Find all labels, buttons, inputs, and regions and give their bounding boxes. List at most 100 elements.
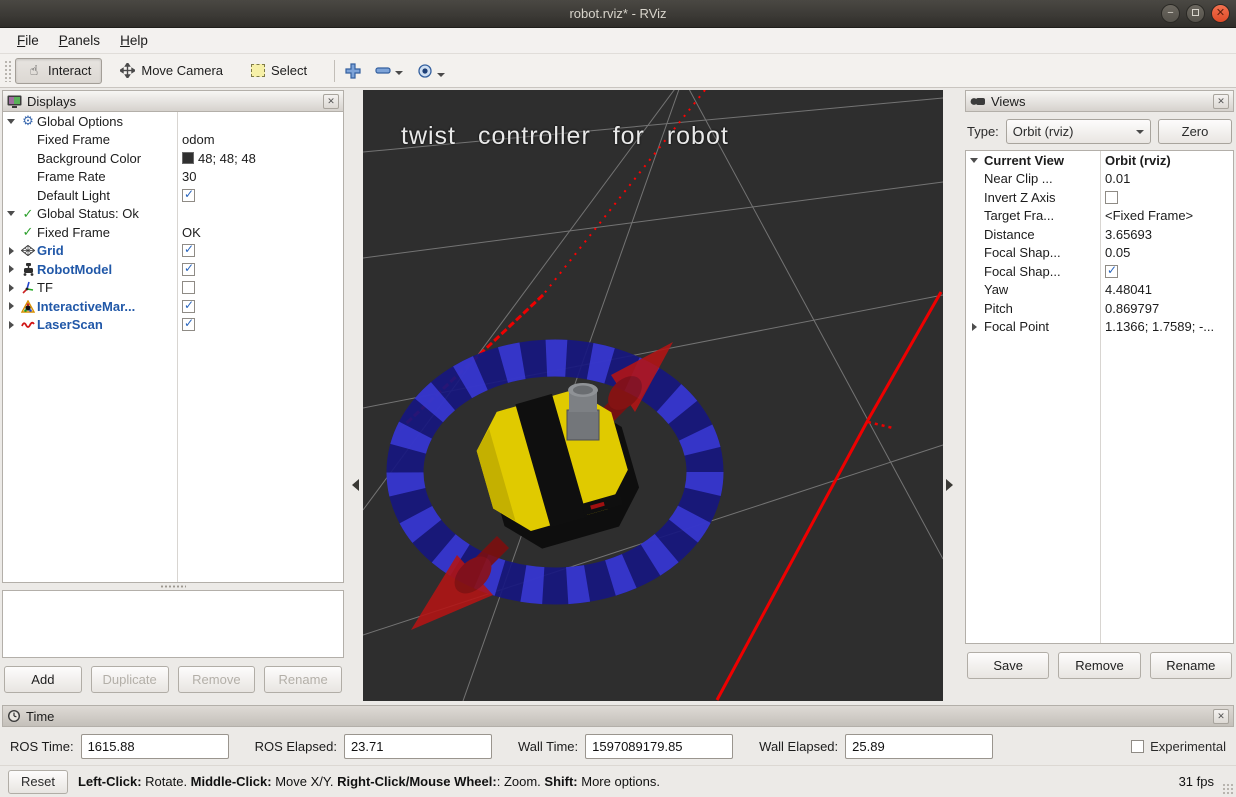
- maximize-button[interactable]: [1186, 4, 1205, 23]
- experimental-toggle[interactable]: Experimental: [1131, 739, 1226, 754]
- tree-row-current-view[interactable]: Current View Orbit (rviz): [966, 151, 1233, 170]
- property-value[interactable]: odom: [182, 132, 215, 147]
- checkbox[interactable]: [1105, 191, 1118, 204]
- tree-row-focal-point[interactable]: Focal Point 1.1366; 1.7589; -...: [966, 318, 1233, 337]
- tree-row-fixed-frame[interactable]: Fixed Frame odom: [3, 131, 343, 150]
- type-label: Type:: [967, 124, 999, 139]
- tree-row-interactive-markers[interactable]: InteractiveMar...: [3, 297, 343, 316]
- tree-row-yaw[interactable]: Yaw 4.48041: [966, 281, 1233, 300]
- views-panel-header[interactable]: Views ✕: [965, 90, 1234, 112]
- property-value[interactable]: 48; 48; 48: [198, 151, 256, 166]
- experimental-checkbox[interactable]: [1131, 740, 1144, 753]
- 3d-viewport[interactable]: twist controller for robot: [363, 90, 943, 701]
- tree-row-grid[interactable]: Grid: [3, 242, 343, 261]
- tree-row-global-status[interactable]: ✓ Global Status: Ok: [3, 205, 343, 224]
- collapse-left-splitter-handle[interactable]: [352, 479, 359, 491]
- menu-panels[interactable]: Panels: [50, 30, 109, 51]
- ros-elapsed-input[interactable]: [344, 734, 492, 759]
- zoom-in-tool[interactable]: [345, 63, 361, 79]
- checkbox[interactable]: [182, 189, 195, 202]
- property-value[interactable]: 0.05: [1105, 245, 1130, 260]
- tree-row-distance[interactable]: Distance 3.65693: [966, 225, 1233, 244]
- view-type-value: Orbit (rviz): [1013, 124, 1132, 139]
- property-value[interactable]: 4.48041: [1105, 282, 1152, 297]
- ros-time-input[interactable]: [81, 734, 229, 759]
- tree-row-laserscan[interactable]: LaserScan: [3, 316, 343, 335]
- zero-button[interactable]: Zero: [1158, 119, 1232, 144]
- minimize-button[interactable]: −: [1161, 4, 1180, 23]
- expander-down-icon[interactable]: [3, 211, 19, 216]
- add-display-button[interactable]: Add: [4, 666, 82, 693]
- checkbox[interactable]: [182, 263, 195, 276]
- interact-tool-button[interactable]: ☝ Interact: [15, 58, 102, 84]
- views-close-icon[interactable]: ✕: [1213, 94, 1229, 109]
- property-value[interactable]: 0.869797: [1105, 301, 1159, 316]
- wall-time-input[interactable]: [585, 734, 733, 759]
- tree-row-global-options[interactable]: ⚙ Global Options: [3, 112, 343, 131]
- property-value[interactable]: 3.65693: [1105, 227, 1152, 242]
- focus-camera-tool[interactable]: [417, 63, 445, 79]
- view-type-select[interactable]: Orbit (rviz): [1006, 119, 1151, 144]
- expander-down-icon[interactable]: [3, 119, 19, 124]
- close-button[interactable]: ✕: [1211, 4, 1230, 23]
- tree-row-background-color[interactable]: Background Color 48; 48; 48: [3, 149, 343, 168]
- checkbox[interactable]: [182, 318, 195, 331]
- tree-row-default-light[interactable]: Default Light: [3, 186, 343, 205]
- tree-row-target-frame[interactable]: Target Fra... <Fixed Frame>: [966, 207, 1233, 226]
- color-swatch[interactable]: [182, 152, 194, 164]
- select-tool-button[interactable]: Select: [240, 58, 318, 83]
- zoom-out-tool[interactable]: [375, 65, 403, 77]
- expander-right-icon[interactable]: [3, 247, 19, 255]
- time-panel-header[interactable]: Time ✕: [2, 705, 1234, 727]
- rviz-window: robot.rviz* - RViz − ✕ File Panels Help …: [0, 0, 1236, 797]
- expander-right-icon[interactable]: [966, 323, 982, 331]
- rename-display-button[interactable]: Rename: [264, 666, 342, 693]
- menu-help[interactable]: Help: [111, 30, 157, 51]
- checkbox[interactable]: [1105, 265, 1118, 278]
- tree-row-focal-shape-size[interactable]: Focal Shap... 0.05: [966, 244, 1233, 263]
- expander-right-icon[interactable]: [3, 284, 19, 292]
- expander-right-icon[interactable]: [3, 265, 19, 273]
- tree-row-tf[interactable]: TF: [3, 279, 343, 298]
- property-value[interactable]: <Fixed Frame>: [1105, 208, 1193, 223]
- move-camera-tool-button[interactable]: Move Camera: [108, 58, 234, 84]
- expander-right-icon[interactable]: [3, 302, 19, 310]
- property-value[interactable]: 30: [182, 169, 196, 184]
- panel-splitter-handle[interactable]: [2, 583, 344, 590]
- rename-view-button[interactable]: Rename: [1150, 652, 1232, 679]
- wall-elapsed-input[interactable]: [845, 734, 993, 759]
- reset-button[interactable]: Reset: [8, 770, 68, 794]
- clock-icon: [7, 709, 21, 723]
- displays-close-icon[interactable]: ✕: [323, 94, 339, 109]
- checkbox[interactable]: [182, 244, 195, 257]
- tree-row-pitch[interactable]: Pitch 0.869797: [966, 299, 1233, 318]
- tree-row-robotmodel[interactable]: RobotModel: [3, 260, 343, 279]
- tree-row-focal-shape-fixed[interactable]: Focal Shap...: [966, 262, 1233, 281]
- ros-time-label: ROS Time:: [10, 739, 74, 754]
- duplicate-display-button[interactable]: Duplicate: [91, 666, 169, 693]
- property-value[interactable]: 0.01: [1105, 171, 1130, 186]
- checkbox[interactable]: [182, 281, 195, 294]
- title-bar[interactable]: robot.rviz* - RViz − ✕: [0, 0, 1236, 28]
- move-arrows-icon: [119, 63, 135, 79]
- resize-grip[interactable]: [1222, 783, 1234, 795]
- save-view-button[interactable]: Save: [967, 652, 1049, 679]
- checkbox[interactable]: [182, 300, 195, 313]
- wall-elapsed-field: Wall Elapsed:: [759, 734, 993, 759]
- tree-row-frame-rate[interactable]: Frame Rate 30: [3, 168, 343, 187]
- property-value[interactable]: 1.1366; 1.7589; -...: [1105, 319, 1214, 334]
- remove-display-button[interactable]: Remove: [178, 666, 256, 693]
- expander-right-icon[interactable]: [3, 321, 19, 329]
- displays-panel-header[interactable]: Displays ✕: [2, 90, 344, 112]
- expander-down-icon[interactable]: [966, 158, 982, 163]
- remove-view-button[interactable]: Remove: [1058, 652, 1140, 679]
- tree-row-near-clip[interactable]: Near Clip ... 0.01: [966, 170, 1233, 189]
- displays-panel: Displays ✕ ⚙ Global Options Fixed Frame …: [2, 90, 344, 701]
- collapse-right-splitter-handle[interactable]: [946, 479, 953, 491]
- ros-elapsed-field: ROS Elapsed:: [255, 734, 492, 759]
- time-close-icon[interactable]: ✕: [1213, 709, 1229, 724]
- menu-file[interactable]: File: [8, 30, 48, 51]
- tree-row-invert-z[interactable]: Invert Z Axis: [966, 188, 1233, 207]
- toolbar-drag-handle[interactable]: [4, 60, 11, 82]
- tree-row-status-fixed-frame[interactable]: ✓ Fixed Frame OK: [3, 223, 343, 242]
